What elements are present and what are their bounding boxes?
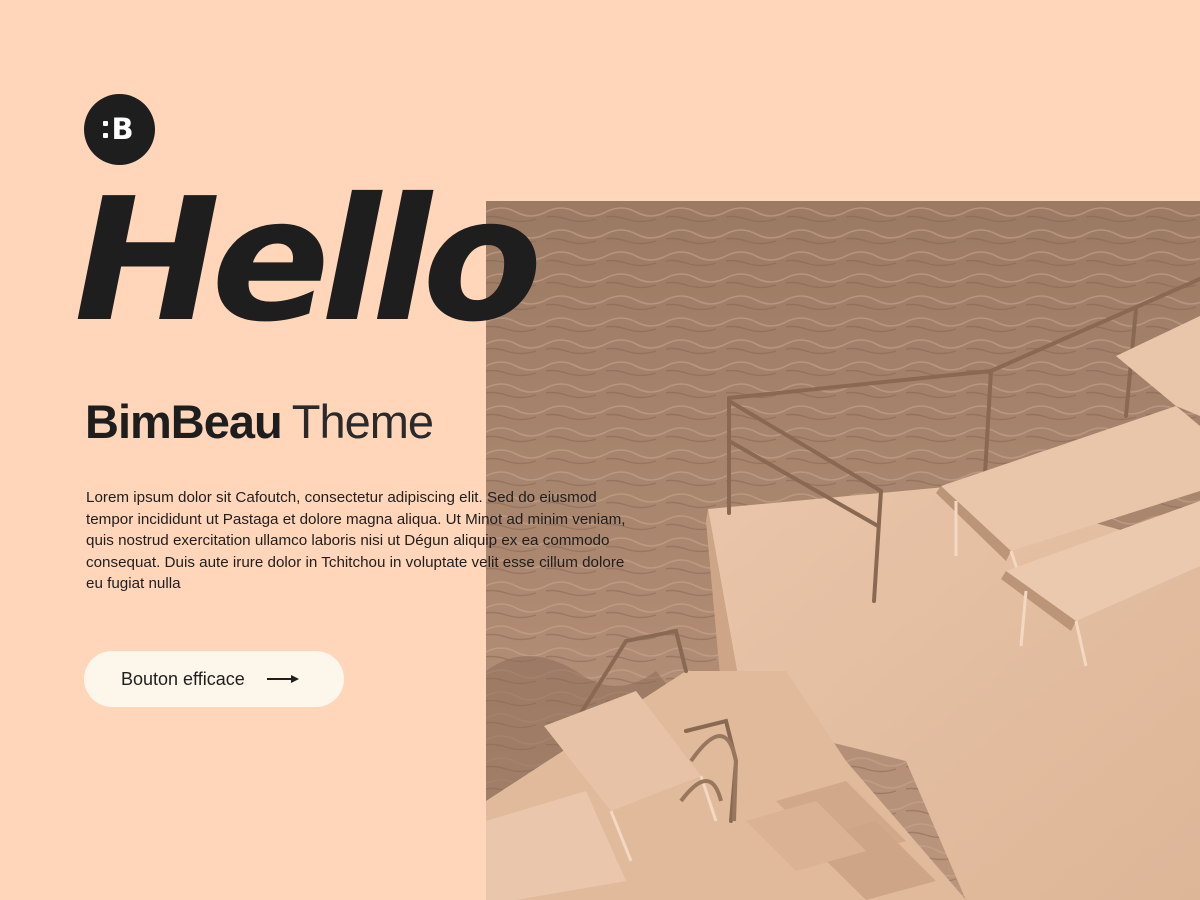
cta-button[interactable]: Bouton efficace — [84, 651, 344, 707]
logo-letter: B — [111, 112, 134, 146]
hero-headline: Hello — [74, 162, 543, 360]
brand-logo[interactable]: B — [84, 94, 155, 165]
arrow-right-icon — [266, 674, 299, 684]
cta-button-label: Bouton efficace — [121, 668, 245, 689]
brand-suffix: Theme — [291, 395, 434, 448]
logo-colon-icon — [103, 121, 109, 138]
theme-title: BimBeau Theme — [85, 395, 434, 448]
brand-name: BimBeau — [85, 395, 283, 448]
logo-mark: B — [103, 112, 134, 146]
hero-body-text: Lorem ipsum dolor sit Cafoutch, consecte… — [86, 489, 626, 593]
